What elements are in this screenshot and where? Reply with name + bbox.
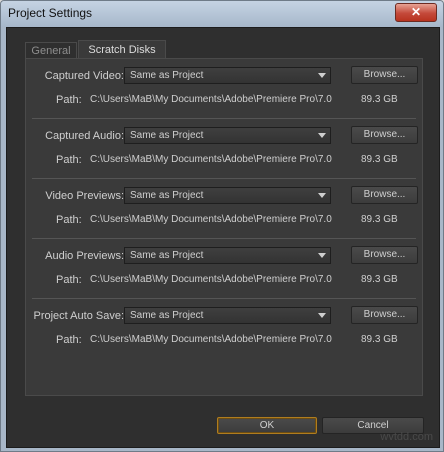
captured-video-size: 89.3 GB	[361, 94, 398, 105]
project-auto-save-browse-button[interactable]: Browse...	[351, 306, 418, 324]
chevron-down-icon	[318, 253, 326, 258]
project-auto-save-label: Project Auto Save:	[33, 310, 125, 322]
audio-previews-path: C:\Users\MaB\My Documents\Adobe\Premiere…	[90, 274, 332, 285]
captured-audio-dropdown[interactable]: Same as Project	[124, 127, 331, 144]
project-auto-save-size: 89.3 GB	[361, 334, 398, 345]
captured-audio-label: Captured Audio:	[45, 130, 124, 142]
captured-audio-section: Captured Audio: Same as Project Browse..…	[26, 119, 422, 179]
tab-scratch-disks[interactable]: Scratch Disks	[78, 40, 166, 59]
dropdown-value: Same as Project	[130, 190, 204, 201]
ok-button[interactable]: OK	[217, 417, 317, 434]
captured-audio-browse-button[interactable]: Browse...	[351, 126, 418, 144]
dropdown-value: Same as Project	[130, 130, 204, 141]
audio-previews-label: Audio Previews:	[45, 250, 124, 262]
video-previews-dropdown[interactable]: Same as Project	[124, 187, 331, 204]
audio-previews-size: 89.3 GB	[361, 274, 398, 285]
captured-video-dropdown[interactable]: Same as Project	[124, 67, 331, 84]
dialog-content: General Scratch Disks Captured Video: Sa…	[6, 27, 440, 448]
video-previews-browse-button[interactable]: Browse...	[351, 186, 418, 204]
chevron-down-icon	[318, 133, 326, 138]
path-label: Path:	[56, 94, 82, 106]
audio-previews-browse-button[interactable]: Browse...	[351, 246, 418, 264]
captured-audio-size: 89.3 GB	[361, 154, 398, 165]
project-auto-save-section: Project Auto Save: Same as Project Brows…	[26, 299, 422, 359]
video-previews-label: Video Previews:	[45, 190, 124, 202]
path-label: Path:	[56, 214, 82, 226]
close-icon: ✕	[410, 5, 422, 19]
path-label: Path:	[56, 154, 82, 166]
project-auto-save-path: C:\Users\MaB\My Documents\Adobe\Premiere…	[90, 334, 332, 345]
dialog-title: Project Settings	[8, 6, 93, 20]
captured-audio-path: C:\Users\MaB\My Documents\Adobe\Premiere…	[90, 154, 332, 165]
audio-previews-dropdown[interactable]: Same as Project	[124, 247, 331, 264]
dropdown-value: Same as Project	[130, 70, 204, 81]
captured-video-path: C:\Users\MaB\My Documents\Adobe\Premiere…	[90, 94, 332, 105]
dropdown-value: Same as Project	[130, 250, 204, 261]
close-button[interactable]: ✕	[395, 3, 437, 22]
chevron-down-icon	[318, 193, 326, 198]
path-label: Path:	[56, 274, 82, 286]
title-bar[interactable]: Project Settings ✕	[1, 1, 443, 27]
scratch-disks-panel: Captured Video: Same as Project Browse..…	[25, 58, 423, 396]
watermark: wvtdd.com	[380, 431, 433, 443]
path-label: Path:	[56, 334, 82, 346]
video-previews-size: 89.3 GB	[361, 214, 398, 225]
captured-video-section: Captured Video: Same as Project Browse..…	[26, 59, 422, 119]
chevron-down-icon	[318, 313, 326, 318]
captured-video-browse-button[interactable]: Browse...	[351, 66, 418, 84]
project-auto-save-dropdown[interactable]: Same as Project	[124, 307, 331, 324]
audio-previews-section: Audio Previews: Same as Project Browse..…	[26, 239, 422, 299]
video-previews-path: C:\Users\MaB\My Documents\Adobe\Premiere…	[90, 214, 332, 225]
video-previews-section: Video Previews: Same as Project Browse..…	[26, 179, 422, 239]
dialog-window: Project Settings ✕ General Scratch Disks…	[0, 0, 444, 452]
dropdown-value: Same as Project	[130, 310, 204, 321]
captured-video-label: Captured Video:	[44, 70, 124, 82]
chevron-down-icon	[318, 73, 326, 78]
tab-general[interactable]: General	[25, 42, 77, 59]
